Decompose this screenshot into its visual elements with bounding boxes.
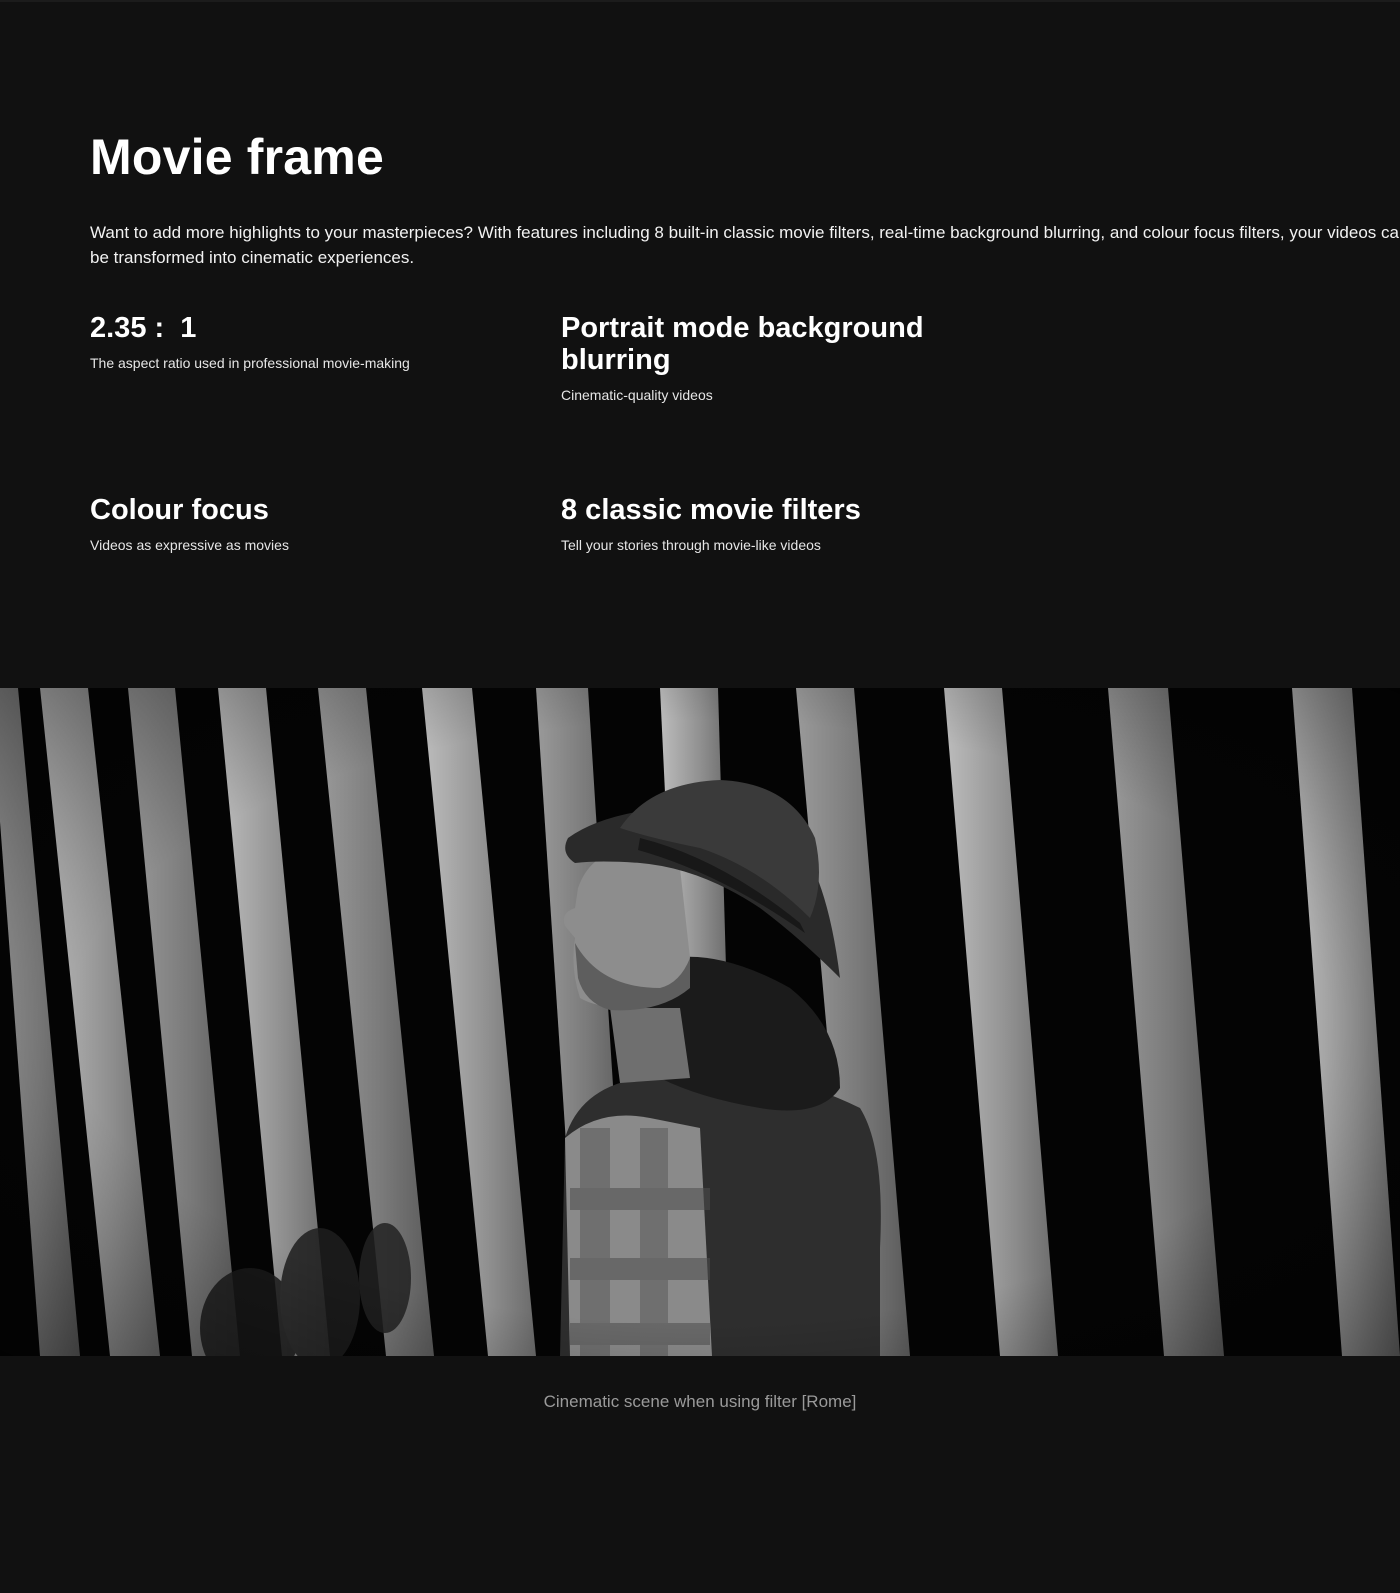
feature-colour-focus: Colour focus Videos as expressive as mov… (90, 494, 510, 554)
section-intro: Want to add more highlights to your mast… (90, 223, 1400, 267)
feature-description: Cinematic-quality videos (561, 387, 713, 403)
feature-heading: 8 classic movie filters (561, 494, 861, 526)
feature-description: Videos as expressive as movies (90, 537, 289, 553)
feature-portrait-blur: Portrait mode background blurring Cinema… (561, 312, 961, 404)
feature-movie-filters: 8 classic movie filters Tell your storie… (561, 494, 981, 554)
scene-illustration (0, 688, 1400, 1356)
image-caption: Cinematic scene when using filter [Rome] (543, 1392, 857, 1411)
cinematic-scene-image (0, 688, 1400, 1356)
feature-description: The aspect ratio used in professional mo… (90, 355, 410, 371)
feature-heading: Portrait mode background blurring (561, 312, 924, 376)
feature-heading: Colour focus (90, 494, 269, 526)
intro-clip: Want to add more highlights to your mast… (0, 0, 1400, 300)
feature-aspect-ratio: 2.35 : 1 The aspect ratio used in profes… (90, 312, 510, 372)
feature-description: Tell your stories through movie-like vid… (561, 537, 821, 553)
feature-heading: 2.35 : 1 (90, 312, 197, 344)
